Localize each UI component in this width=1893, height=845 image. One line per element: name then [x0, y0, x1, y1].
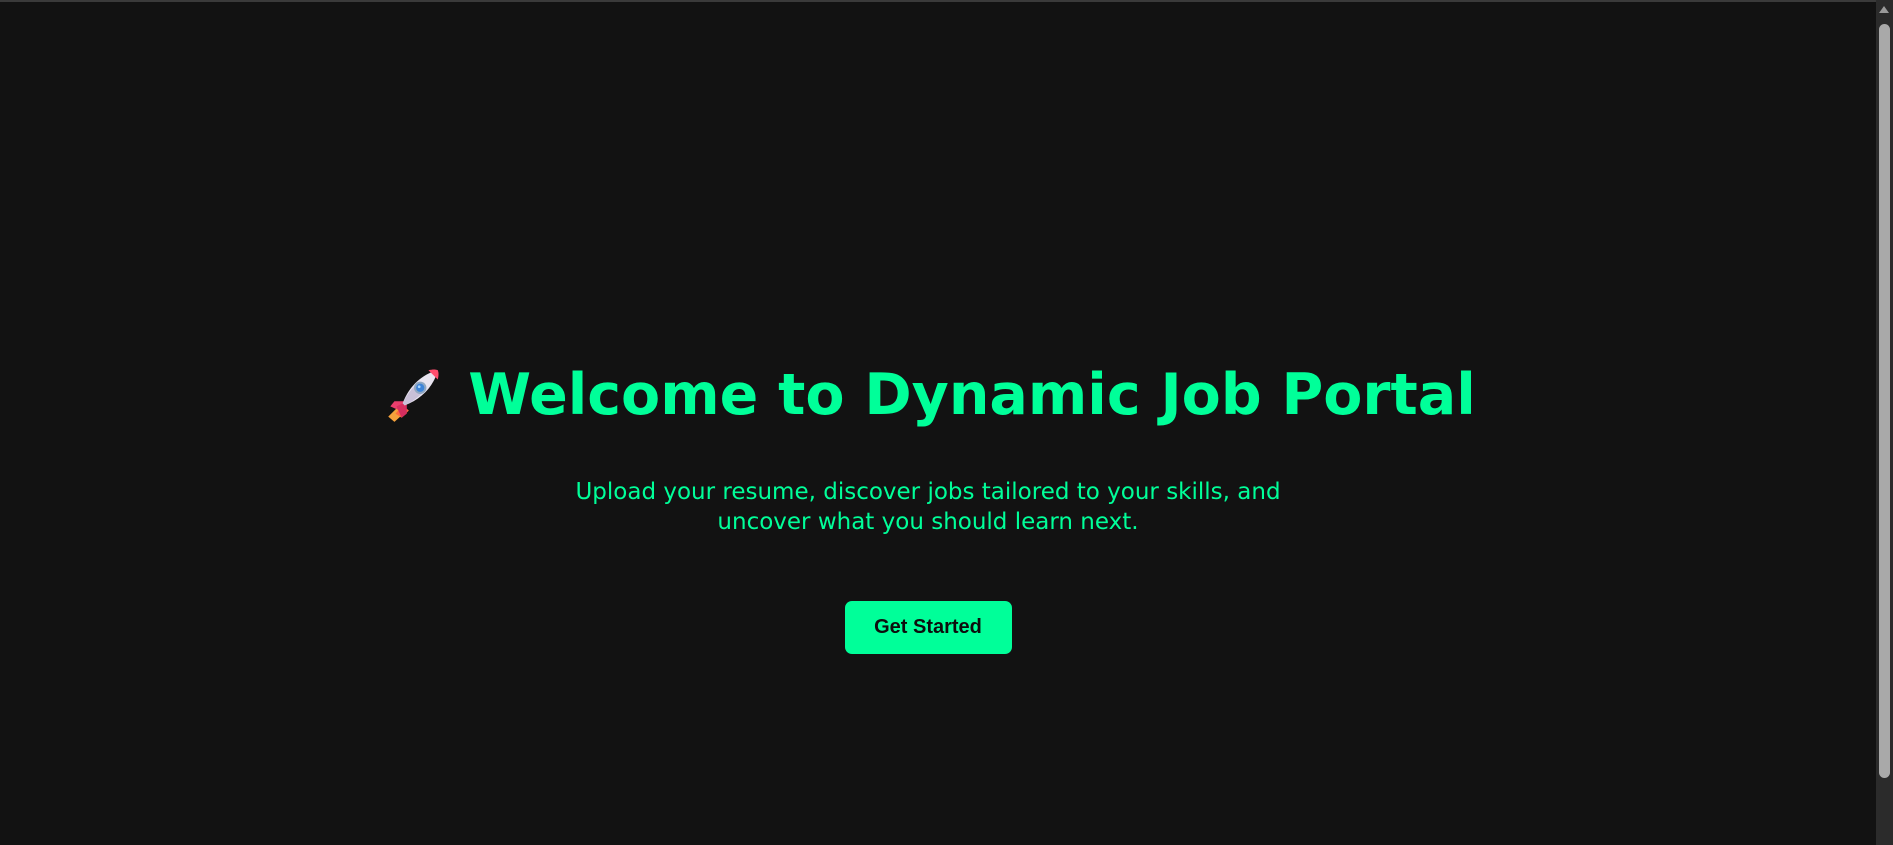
get-started-button[interactable]: Get Started	[844, 601, 1012, 654]
rocket-icon	[388, 369, 439, 422]
page-title: Welcome to Dynamic Job Portal	[468, 362, 1476, 428]
scroll-thumb[interactable]	[1879, 24, 1890, 778]
scroll-up-arrow-icon[interactable]	[1879, 6, 1889, 13]
hero-subtitle: Upload your resume, discover jobs tailor…	[575, 479, 1281, 535]
title-row: Welcome to Dynamic Job Portal	[380, 357, 1476, 433]
hero-section: Welcome to Dynamic Job Portal Upload you…	[0, 357, 1856, 654]
page-viewport: Welcome to Dynamic Job Portal Upload you…	[0, 0, 1876, 845]
vertical-scrollbar[interactable]	[1876, 0, 1893, 845]
